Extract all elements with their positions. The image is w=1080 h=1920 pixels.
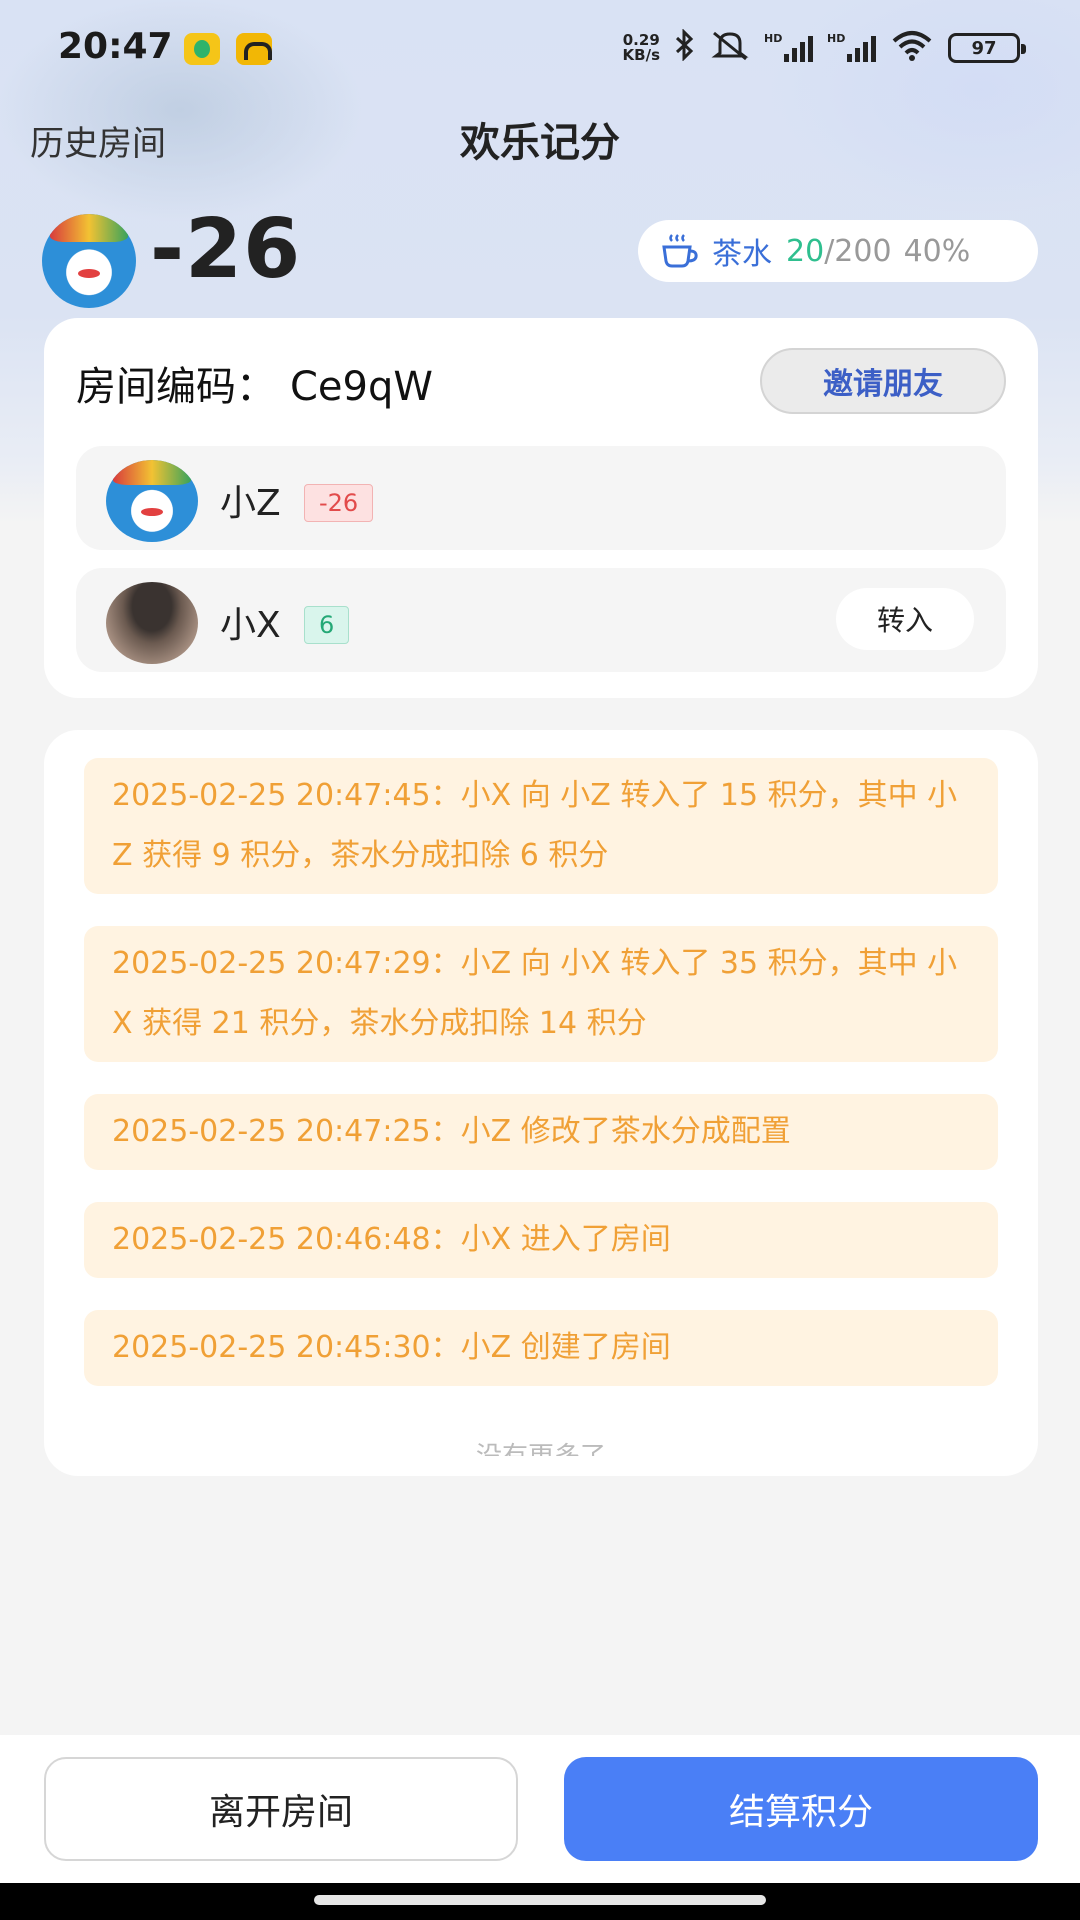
my-avatar[interactable]: [42, 214, 136, 308]
tea-label: 茶水: [712, 237, 772, 272]
wifi-icon: [890, 29, 934, 67]
signal-icon: HD: [827, 32, 876, 62]
settle-points-button[interactable]: 结算积分: [564, 1757, 1038, 1861]
room-code-value: Ce9qW: [290, 364, 433, 410]
room-card: 房间编码： Ce9qW 邀请朋友 小Z -26 小X 6 转入: [44, 318, 1038, 698]
status-bar: 20:47 0.29 KB/s HD HD 97: [0, 0, 1080, 100]
status-time: 20:47: [58, 26, 173, 67]
battery-icon: 97: [948, 33, 1026, 63]
tea-total: /200: [824, 233, 892, 269]
log-item: 2025-02-25 20:47:45：小X 向 小Z 转入了 15 积分，其中…: [84, 758, 998, 894]
bottom-action-bar: 离开房间 结算积分: [0, 1735, 1080, 1883]
log-item: 2025-02-25 20:46:48：小X 进入了房间: [84, 1202, 998, 1278]
mute-icon: [710, 29, 750, 67]
invite-friends-button[interactable]: 邀请朋友: [760, 348, 1006, 414]
player-score-badge: -26: [304, 484, 374, 522]
signal-icon: HD: [764, 32, 813, 62]
tea-percent: 40%: [903, 233, 971, 269]
no-more-text: 没有更多了: [44, 1442, 1038, 1456]
leave-room-button[interactable]: 离开房间: [44, 1757, 518, 1861]
network-speed: 0.29 KB/s: [622, 31, 660, 64]
tea-current: 20: [786, 233, 825, 269]
tea-status-badge[interactable]: 茶水 20 /200 40%: [638, 220, 1038, 282]
player-avatar: [106, 582, 198, 664]
transfer-in-button[interactable]: 转入: [836, 588, 974, 650]
tea-cup-icon: [662, 234, 698, 268]
home-indicator[interactable]: [314, 1895, 766, 1905]
navigation-bar: [0, 1883, 1080, 1920]
qq-music-icon: [184, 33, 220, 65]
room-code: 房间编码： Ce9qW: [76, 364, 433, 410]
player-score-badge: 6: [304, 606, 350, 644]
player-avatar: [106, 460, 198, 542]
player-row[interactable]: 小Z -26: [76, 446, 1006, 550]
log-item: 2025-02-25 20:47:25：小Z 修改了茶水分成配置: [84, 1094, 998, 1170]
page-title: 欢乐记分: [460, 120, 620, 166]
car-app-icon: [236, 33, 272, 65]
my-score: -26: [150, 202, 302, 297]
player-row[interactable]: 小X 6 转入: [76, 568, 1006, 672]
activity-log[interactable]: 2025-02-25 20:47:45：小X 向 小Z 转入了 15 积分，其中…: [44, 730, 1038, 1476]
log-item: 2025-02-25 20:45:30：小Z 创建了房间: [84, 1310, 998, 1386]
player-name: 小Z: [220, 483, 281, 524]
bluetooth-icon: [674, 28, 696, 67]
log-item: 2025-02-25 20:47:29：小Z 向 小X 转入了 35 积分，其中…: [84, 926, 998, 1062]
player-name: 小X: [220, 605, 281, 646]
